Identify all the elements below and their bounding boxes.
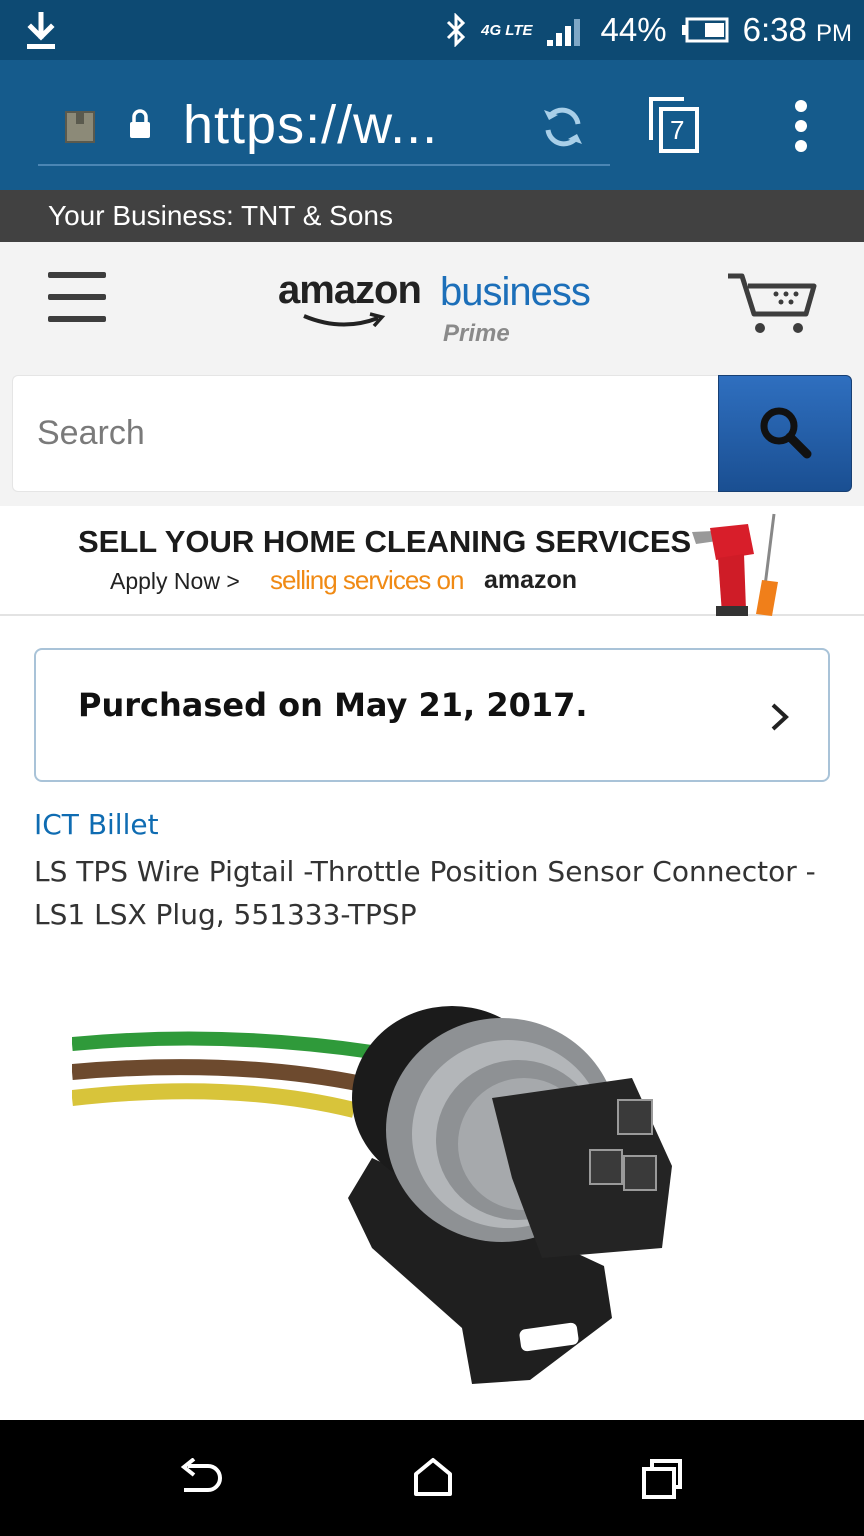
cart-icon[interactable] bbox=[726, 268, 818, 338]
clock-time: 6:38 bbox=[742, 11, 807, 48]
bluetooth-icon bbox=[447, 13, 466, 47]
purchase-history-card[interactable]: Purchased on May 21, 2017. bbox=[34, 648, 830, 782]
download-icon bbox=[27, 12, 55, 49]
banner-apply-link: Apply Now > bbox=[110, 568, 240, 594]
search-input[interactable] bbox=[12, 375, 718, 492]
purchased-date: Purchased on May 21, 2017. bbox=[78, 686, 588, 724]
business-bar[interactable]: Your Business: TNT & Sons bbox=[0, 190, 864, 242]
clock-suffix: PM bbox=[816, 20, 852, 47]
search-button[interactable] bbox=[718, 375, 852, 492]
banner-headline: SELL YOUR HOME CLEANING SERVICES bbox=[78, 524, 692, 559]
lock-icon bbox=[130, 109, 150, 138]
product-title: LS TPS Wire Pigtail -Throttle Position S… bbox=[34, 855, 816, 931]
banner-amazon-text: amazon bbox=[484, 566, 578, 594]
business-name: Your Business: TNT & Sons bbox=[48, 200, 393, 231]
logo-prime-text: Prime bbox=[443, 320, 510, 347]
amazon-business-logo[interactable]: amazon business Prime bbox=[278, 268, 598, 358]
battery-percent: 44% bbox=[600, 11, 667, 48]
home-icon[interactable] bbox=[412, 1456, 454, 1498]
status-bar: 4G LTE 44% 6:38 PM bbox=[0, 0, 864, 60]
banner-selling-text: selling services on bbox=[270, 565, 464, 595]
network-type: 4G LTE bbox=[481, 21, 533, 39]
smile-arrow-icon bbox=[303, 312, 386, 328]
url-text[interactable]: https://w... bbox=[183, 94, 438, 156]
search-bar bbox=[12, 375, 852, 492]
tools-illustration bbox=[692, 513, 778, 616]
clock: 6:38 PM bbox=[743, 11, 852, 49]
overflow-menu-icon[interactable] bbox=[792, 98, 810, 154]
logo-business-text: business bbox=[440, 270, 591, 314]
tab-count: 7 bbox=[670, 115, 685, 145]
address-bar[interactable]: https://w... bbox=[38, 88, 610, 166]
product-image[interactable] bbox=[71, 948, 792, 1420]
menu-icon[interactable] bbox=[48, 272, 106, 324]
site-header: amazon business Prime bbox=[0, 242, 864, 506]
tabs-button[interactable]: 7 bbox=[648, 96, 700, 154]
signal-icon bbox=[546, 19, 580, 46]
back-icon[interactable] bbox=[178, 1458, 226, 1498]
reload-icon[interactable] bbox=[540, 104, 586, 150]
search-icon bbox=[760, 407, 812, 459]
system-nav-bar bbox=[0, 1420, 864, 1536]
connector-illustration bbox=[71, 1006, 672, 1384]
logo-amazon-text: amazon bbox=[278, 268, 422, 312]
battery-icon bbox=[681, 17, 729, 43]
browser-toolbar: https://w... 7 bbox=[0, 60, 864, 190]
recent-apps-icon[interactable] bbox=[640, 1458, 684, 1500]
chevron-right-icon bbox=[771, 703, 789, 731]
brand-link[interactable]: ICT Billet bbox=[34, 808, 159, 841]
promo-banner[interactable]: SELL YOUR HOME CLEANING SERVICES Apply N… bbox=[0, 506, 864, 616]
page-icon bbox=[65, 111, 95, 143]
